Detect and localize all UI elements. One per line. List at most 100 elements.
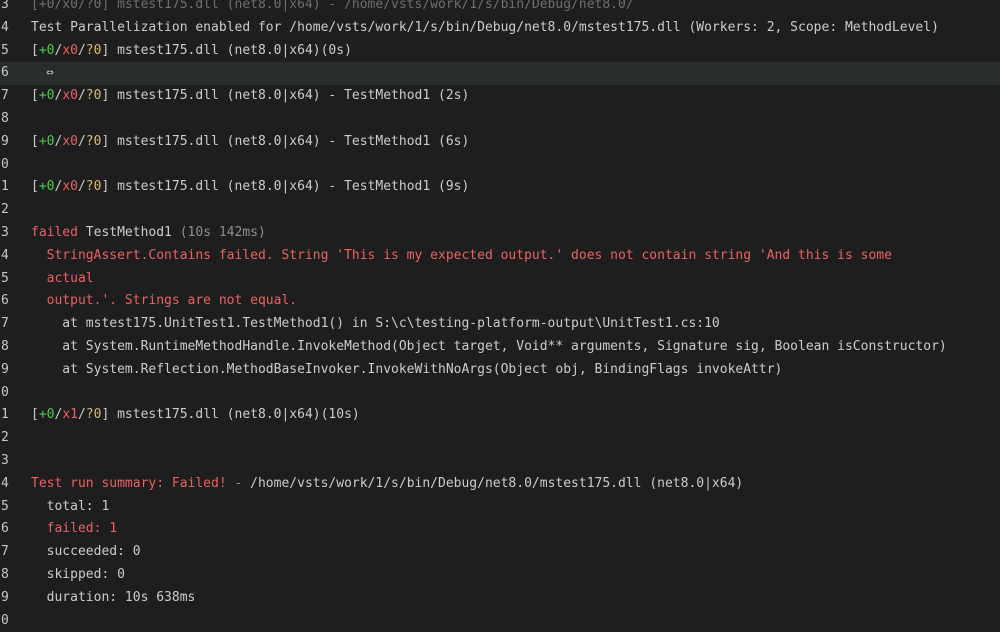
line-number: 0 [1, 612, 9, 628]
progress-line: 1 [+0/x0/?0] mstest175.dll (net8.0|x64) … [0, 176, 1000, 199]
summary-stat: 7 succeeded: 0 [0, 541, 1000, 564]
line-number: 7 [1, 88, 9, 104]
failed-count: x0 [62, 88, 78, 104]
line-number: 6 [1, 293, 9, 309]
terminal-line: 6 ⇔ [0, 62, 1000, 86]
progress-text: [+0/x0/?0] mstest175.dll (net8.0|x64) - … [31, 88, 470, 104]
stack-frame: at mstest175.UnitTest1.TestMethod1() in … [31, 316, 720, 332]
stack-trace-line: 9 at System.Reflection.MethodBaseInvoker… [0, 359, 1000, 382]
line-number: 2 [1, 430, 9, 446]
line-number: 3 [1, 0, 9, 12]
skipped-count: ?0 [85, 179, 102, 195]
line-number: 8 [1, 110, 9, 126]
passed-count: +0 [38, 407, 55, 423]
progress-text: [+0/x0/?0] mstest175.dll (net8.0|x64) - … [31, 133, 470, 149]
line-number: 8 [1, 566, 9, 582]
line-number: 7 [1, 316, 9, 332]
line-number: 5 [1, 42, 9, 58]
error-line: 4 StringAssert.Contains failed. String '… [0, 245, 1000, 268]
passed-count: +0 [38, 42, 55, 58]
stack-frame: at System.Reflection.MethodBaseInvoker.I… [31, 361, 783, 377]
terminal-line: 2 [0, 199, 1000, 222]
stat-succeeded: succeeded: 0 [31, 544, 141, 560]
line-number: 0 [1, 156, 9, 172]
progress-detail: mstest175.dll (net8.0|x64) - TestMethod1… [109, 88, 470, 104]
progress-line: 9 [+0/x0/?0] mstest175.dll (net8.0|x64) … [0, 131, 1000, 154]
progress-line: 1 [+0/x1/?0] mstest175.dll (net8.0|x64)(… [0, 404, 1000, 427]
stack-frame: at System.RuntimeMethodHandle.InvokeMeth… [31, 338, 947, 354]
error-line: 6 output.'. Strings are not equal. [0, 290, 1000, 313]
line-number: 9 [1, 361, 9, 377]
line-number: 2 [1, 202, 9, 218]
progress-text: [+0/x1/?0] mstest175.dll (net8.0|x64)(10… [31, 407, 360, 423]
progress-detail: mstest175.dll (net8.0|x64) - TestMethod1… [109, 133, 470, 149]
summary-label: Test run summary: Failed! [31, 475, 227, 491]
terminal-line: 0 [0, 382, 1000, 405]
failed-count: x0 [62, 133, 78, 149]
terminal-line: 3 [+0/x0/?0] mstest175.dll (net8.0|x64) … [0, 0, 1000, 17]
stack-trace-line: 7 at mstest175.UnitTest1.TestMethod1() i… [0, 313, 1000, 336]
line-number: 9 [1, 589, 9, 605]
summary-path: /home/vsts/work/1/s/bin/Debug/net8.0/mst… [250, 475, 744, 491]
summary-stat: 5 total: 1 [0, 496, 1000, 519]
line-number: 9 [1, 133, 9, 149]
failed-label: failed [31, 224, 78, 240]
skipped-count: ?0 [85, 88, 102, 104]
terminal-line: 8 [0, 108, 1000, 131]
line-number: 3 [1, 452, 9, 468]
terminal-line: 2 [0, 427, 1000, 450]
failed-test-line: 3 failed TestMethod1 (10s 142ms) [0, 222, 1000, 245]
failed-count: x0 [62, 179, 78, 195]
summary-stat: 9 duration: 10s 638ms [0, 587, 1000, 610]
failed-count: x1 [62, 407, 78, 423]
link-icon[interactable]: ⇔ [46, 62, 54, 85]
progress-text: [+0/x0/?0] mstest175.dll (net8.0|x64) - … [31, 179, 470, 195]
progress-detail: mstest175.dll (net8.0|x64)(0s) [109, 42, 352, 58]
test-name: TestMethod1 [77, 224, 172, 240]
progress-detail: mstest175.dll (net8.0|x64) - TestMethod1… [109, 179, 470, 195]
skipped-count: ?0 [85, 133, 102, 149]
line-number: 0 [1, 384, 9, 400]
progress-line: 5 [+0/x0/?0] mstest175.dll (net8.0|x64)(… [0, 40, 1000, 63]
line-number: 8 [1, 338, 9, 354]
failed-count: x0 [62, 42, 78, 58]
terminal-line: 3 [0, 450, 1000, 473]
error-message: actual [31, 270, 94, 286]
stat-total: total: 1 [31, 498, 110, 514]
progress-detail: mstest175.dll (net8.0|x64)(10s) [109, 407, 360, 423]
summary-stat: 8 skipped: 0 [0, 564, 1000, 587]
line-number: 5 [1, 498, 9, 514]
error-message: StringAssert.Contains failed. String 'Th… [31, 247, 892, 263]
line-number: 7 [1, 544, 9, 560]
line-number: 6 [1, 65, 9, 81]
stat-failed: failed: 1 [31, 521, 118, 537]
skipped-count: ?0 [85, 407, 102, 423]
progress-text: [+0/x0/?0] mstest175.dll (net8.0|x64)(0s… [31, 42, 352, 58]
line-number: 3 [1, 224, 9, 240]
error-line: 5 actual [0, 268, 1000, 291]
summary-stat: 6 failed: 1 [0, 518, 1000, 541]
passed-count: +0 [38, 133, 55, 149]
stat-duration: duration: 10s 638ms [31, 589, 196, 605]
line-number: 1 [1, 407, 9, 423]
passed-count: +0 [38, 179, 55, 195]
terminal-line: 0 [0, 154, 1000, 177]
line-number: 6 [1, 521, 9, 537]
test-duration: (10s 142ms) [171, 224, 266, 240]
terminal-output: 3 [+0/x0/?0] mstest175.dll (net8.0|x64) … [0, 0, 1000, 632]
line-number: 4 [1, 247, 9, 263]
line-text: [+0/x0/?0] mstest175.dll (net8.0|x64) - … [31, 0, 634, 12]
skipped-count: ?0 [85, 42, 102, 58]
summary-line: 4 Test run summary: Failed! - /home/vsts… [0, 473, 1000, 496]
stat-skipped: skipped: 0 [31, 566, 125, 582]
line-number: 4 [1, 19, 9, 35]
error-message: output.'. Strings are not equal. [31, 293, 298, 309]
summary-separator: - [226, 475, 251, 491]
terminal-line: 0 [0, 610, 1000, 632]
stack-trace-line: 8 at System.RuntimeMethodHandle.InvokeMe… [0, 336, 1000, 359]
line-number: 5 [1, 270, 9, 286]
line-number: 4 [1, 475, 9, 491]
parallelization-message: Test Parallelization enabled for /home/v… [31, 19, 939, 35]
passed-count: +0 [38, 88, 55, 104]
terminal-line: 4 Test Parallelization enabled for /home… [0, 17, 1000, 40]
